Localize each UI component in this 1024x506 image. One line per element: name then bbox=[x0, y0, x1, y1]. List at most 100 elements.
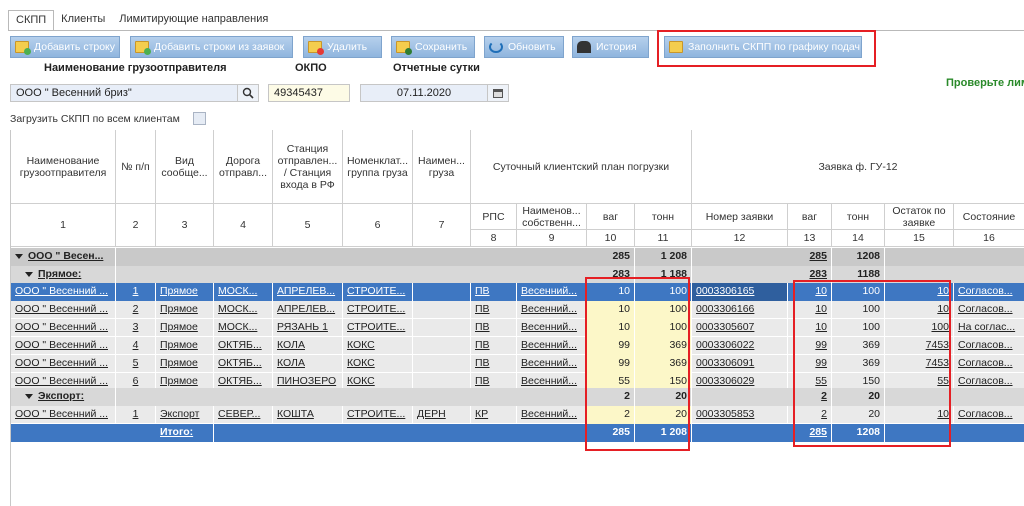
tab-clients[interactable]: Клиенты bbox=[54, 10, 112, 31]
cell-rps[interactable]: ПВ bbox=[471, 319, 517, 337]
cell-request-number[interactable]: 0003306166 bbox=[692, 301, 788, 319]
header-station[interactable]: Станция отправлен... / Станция входа в Р… bbox=[273, 130, 343, 204]
cell-rps[interactable]: ПВ bbox=[471, 301, 517, 319]
tab-skpp[interactable]: СКПП bbox=[8, 10, 55, 31]
header-rps[interactable]: РПС bbox=[471, 204, 517, 230]
cell-cargo[interactable] bbox=[413, 301, 471, 319]
save-button[interactable]: Сохранить bbox=[391, 36, 475, 58]
cell-rps[interactable]: ПВ bbox=[471, 337, 517, 355]
cell-cargo[interactable] bbox=[413, 337, 471, 355]
load-all-checkbox[interactable] bbox=[193, 112, 206, 125]
cell-request-number[interactable]: 0003306165 bbox=[692, 283, 788, 301]
cell-nomenclature[interactable]: СТРОИТЕ... bbox=[343, 283, 413, 301]
cell-rps[interactable]: ПВ bbox=[471, 283, 517, 301]
cell-state[interactable]: Согласов... bbox=[954, 337, 1024, 355]
cell-nomenclature[interactable]: КОКС bbox=[343, 337, 413, 355]
cell-num[interactable]: 4 bbox=[116, 337, 156, 355]
cell-state[interactable]: Согласов... bbox=[954, 283, 1024, 301]
cell-road[interactable]: ОКТЯБ... bbox=[214, 337, 273, 355]
collapse-arrow-icon[interactable] bbox=[25, 393, 33, 399]
history-button[interactable]: История bbox=[572, 36, 649, 58]
cell-owner[interactable]: Весенний... bbox=[517, 406, 587, 424]
cell-state[interactable]: На соглас... bbox=[954, 319, 1024, 337]
collapse-arrow-icon[interactable] bbox=[15, 253, 23, 259]
shipper-field[interactable]: ООО " Весенний бриз" bbox=[10, 84, 238, 102]
cell-station[interactable]: КОШТА bbox=[273, 406, 343, 424]
cell-cargo[interactable]: ДЕРН bbox=[413, 406, 471, 424]
cell-owner[interactable]: Весенний... bbox=[517, 337, 587, 355]
tab-limiting-directions[interactable]: Лимитирующие направления bbox=[112, 10, 275, 31]
header-plan-wagons[interactable]: ваг bbox=[587, 204, 635, 230]
totals-label[interactable]: Итого: bbox=[156, 424, 214, 442]
cell-rps[interactable]: ПВ bbox=[471, 355, 517, 373]
header-request-rest[interactable]: Остаток по заявке bbox=[885, 204, 954, 230]
cell-client[interactable]: ООО " Весенний ... bbox=[11, 355, 116, 373]
cell-station[interactable]: КОЛА bbox=[273, 337, 343, 355]
cell-client[interactable]: ООО " Весенний ... bbox=[11, 301, 116, 319]
cell-client[interactable]: ООО " Весенний ... bbox=[11, 406, 116, 424]
cell-rps[interactable]: КР bbox=[471, 406, 517, 424]
cell-station[interactable]: РЯЗАНЬ 1 bbox=[273, 319, 343, 337]
cell-request-number[interactable]: 0003305607 bbox=[692, 319, 788, 337]
cell-nomenclature[interactable]: КОКС bbox=[343, 355, 413, 373]
cell-type[interactable]: Прямое bbox=[156, 301, 214, 319]
cell-nomenclature[interactable]: СТРОИТЕ... bbox=[343, 319, 413, 337]
collapse-arrow-icon[interactable] bbox=[25, 271, 33, 277]
cell-road[interactable]: МОСК... bbox=[214, 283, 273, 301]
header-nomenclature[interactable]: Номенклат... группа груза bbox=[343, 130, 413, 204]
cell-cargo[interactable] bbox=[413, 319, 471, 337]
cell-owner[interactable]: Весенний... bbox=[517, 301, 587, 319]
header-road[interactable]: Дорога отправл... bbox=[214, 130, 273, 204]
cell-nomenclature[interactable]: СТРОИТЕ... bbox=[343, 406, 413, 424]
cell-road[interactable]: МОСК... bbox=[214, 319, 273, 337]
header-cargo[interactable]: Наимен... груза bbox=[413, 130, 471, 204]
header-gu-wagons[interactable]: ваг bbox=[788, 204, 832, 230]
header-owner[interactable]: Наименов... собственн... bbox=[517, 204, 587, 230]
cell-type[interactable]: Экспорт bbox=[156, 406, 214, 424]
add-row-button[interactable]: Добавить строку bbox=[10, 36, 120, 58]
cell-road[interactable]: МОСК... bbox=[214, 301, 273, 319]
header-state[interactable]: Состояние bbox=[954, 204, 1024, 230]
cell-num[interactable]: 1 bbox=[116, 406, 156, 424]
cell-num[interactable]: 3 bbox=[116, 319, 156, 337]
cell-state[interactable]: Согласов... bbox=[954, 355, 1024, 373]
calendar-button[interactable] bbox=[487, 84, 509, 102]
cell-num[interactable]: 5 bbox=[116, 355, 156, 373]
delete-button[interactable]: Удалить bbox=[303, 36, 382, 58]
cell-type[interactable]: Прямое bbox=[156, 337, 214, 355]
cell-station[interactable]: АПРЕЛЕВ... bbox=[273, 301, 343, 319]
header-request-number[interactable]: Номер заявки bbox=[692, 204, 788, 230]
cell-request-number[interactable]: 0003305853 bbox=[692, 406, 788, 424]
header-shipper[interactable]: Наименование грузоотправителя bbox=[11, 130, 116, 204]
cell-num[interactable]: 2 bbox=[116, 301, 156, 319]
cell-num[interactable]: 1 bbox=[116, 283, 156, 301]
cell-road[interactable]: СЕВЕР... bbox=[214, 406, 273, 424]
cell-client[interactable]: ООО " Весенний ... bbox=[11, 337, 116, 355]
okpo-field[interactable]: 49345437 bbox=[268, 84, 350, 102]
search-button[interactable] bbox=[237, 84, 259, 102]
group-row-client[interactable]: ООО " Весен... 285 1 208 285 1208 bbox=[11, 248, 1024, 266]
add-from-requests-button[interactable]: Добавить строки из заявок bbox=[130, 36, 293, 58]
cell-type[interactable]: Прямое bbox=[156, 283, 214, 301]
cell-client[interactable]: ООО " Весенний ... bbox=[11, 283, 116, 301]
cell-state[interactable]: Согласов... bbox=[954, 301, 1024, 319]
date-field[interactable]: 07.11.2020 bbox=[360, 84, 488, 102]
cell-owner[interactable]: Весенний... bbox=[517, 283, 587, 301]
cell-request-number[interactable]: 0003306022 bbox=[692, 337, 788, 355]
header-type[interactable]: Вид сообще... bbox=[156, 130, 214, 204]
header-plan-tons[interactable]: тонн bbox=[635, 204, 692, 230]
cell-station[interactable]: АПРЕЛЕВ... bbox=[273, 283, 343, 301]
cell-nomenclature[interactable]: СТРОИТЕ... bbox=[343, 301, 413, 319]
cell-type[interactable]: Прямое bbox=[156, 355, 214, 373]
group-client-gu-wagons[interactable]: 285 bbox=[788, 248, 832, 266]
cell-owner[interactable]: Весенний... bbox=[517, 319, 587, 337]
refresh-button[interactable]: Обновить bbox=[484, 36, 564, 58]
header-num[interactable]: № п/п bbox=[116, 130, 156, 204]
cell-cargo[interactable] bbox=[413, 283, 471, 301]
cell-state[interactable]: Согласов... bbox=[954, 406, 1024, 424]
cell-request-number[interactable]: 0003306091 bbox=[692, 355, 788, 373]
header-gu-tons[interactable]: тонн bbox=[832, 204, 885, 230]
cell-road[interactable]: ОКТЯБ... bbox=[214, 355, 273, 373]
cell-owner[interactable]: Весенний... bbox=[517, 355, 587, 373]
cell-client[interactable]: ООО " Весенний ... bbox=[11, 319, 116, 337]
